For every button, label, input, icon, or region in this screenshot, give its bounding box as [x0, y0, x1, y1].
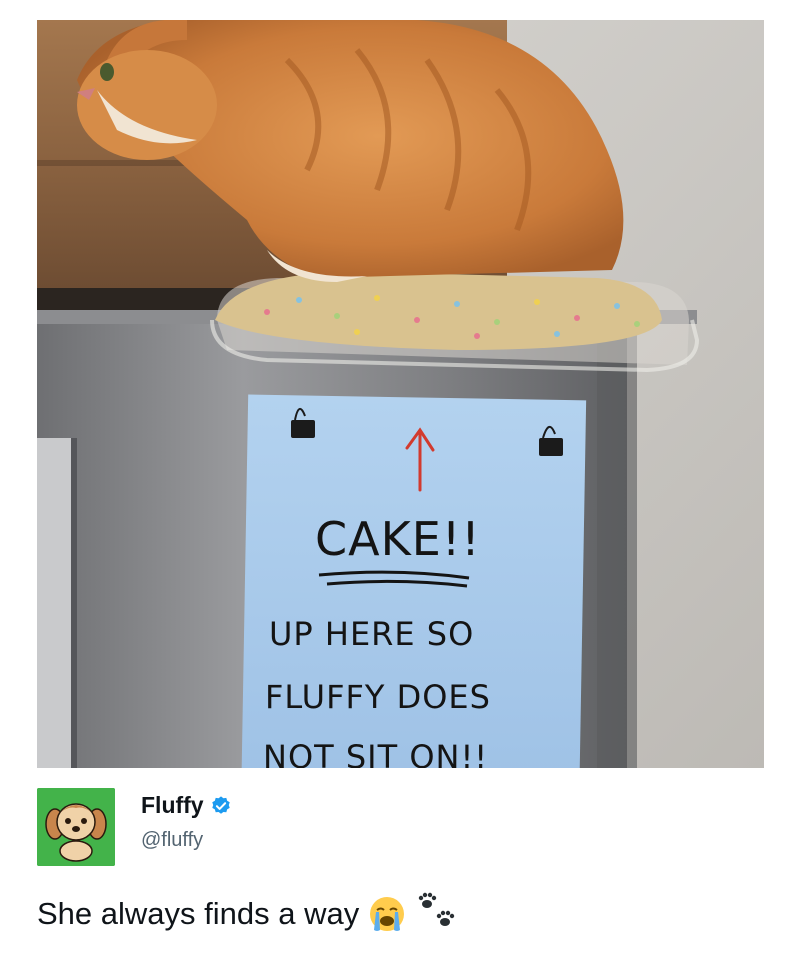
sign-line-3: FLUFFY DOES — [265, 678, 491, 716]
verified-badge-icon — [211, 795, 230, 814]
sign-line-4: NOT SIT ON!! — [263, 738, 488, 768]
sign-line-1: CAKE!! — [315, 512, 481, 566]
post-text-row: She always finds a way — [37, 892, 459, 934]
dog-avatar-icon — [37, 788, 115, 866]
sign-line-2: UP HERE SO — [269, 615, 474, 653]
photo-scene: CAKE!! UP HERE SO FLUFFY DOES NOT SIT ON… — [37, 20, 764, 768]
author-names: Fluffy @fluffy — [141, 792, 232, 852]
display-name[interactable]: Fluffy — [141, 792, 204, 819]
loudly-crying-face-icon — [370, 897, 405, 931]
user-handle[interactable]: @fluffy — [141, 829, 232, 852]
paw-prints-icon — [419, 892, 455, 926]
post-photo[interactable]: CAKE!! UP HERE SO FLUFFY DOES NOT SIT ON… — [37, 20, 764, 768]
post-text: She always finds a way — [37, 896, 360, 931]
author-row[interactable]: Fluffy @fluffy — [37, 788, 764, 866]
avatar[interactable] — [37, 788, 115, 866]
